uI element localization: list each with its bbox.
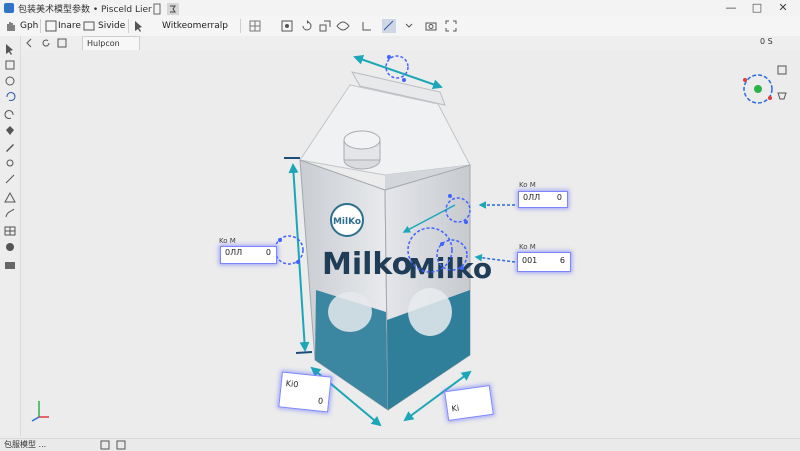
maximize-button[interactable]: □ [748,1,766,15]
title-bar: 包装美术模型参数 • Pisceld Lier — □ ✕ [0,0,800,16]
measurement-box[interactable]: 0ЛЛ 0 [518,191,568,208]
measurement-value: 0 [317,396,324,406]
toolbar-item-inare[interactable]: Inare [58,18,81,34]
hand-tool-icon[interactable] [4,19,18,33]
status-bar: 包服模型 ... [0,438,800,451]
cursor-icon[interactable] [132,19,146,33]
carton-logo-text: MilKo [333,217,361,227]
tab-label: Hulpcon [87,39,120,48]
transform-tool-icon[interactable] [3,190,17,204]
measurement-label: 0ЛЛ [523,193,541,202]
redo-tool-icon[interactable] [3,108,17,122]
close-button[interactable]: ✕ [774,1,792,15]
toolbar-item-gph[interactable]: Gph [20,18,38,34]
undo-tool-icon[interactable] [3,90,17,104]
paint-tool-icon[interactable] [3,74,17,88]
bucket-tool-icon[interactable] [3,124,17,138]
view-icon[interactable] [336,19,350,33]
line-tool-icon[interactable] [3,172,17,186]
perspective-icon[interactable] [776,90,788,102]
measurement-box[interactable]: 0ЛЛ 0 [220,246,277,264]
grid-icon[interactable] [248,19,262,33]
measurement-label: Ki0 [285,378,299,390]
measure-tag: Ko M [219,237,236,245]
frame-icon[interactable] [44,19,58,33]
toolbar-item-witkeomerralp[interactable]: Witkeomerralp [162,18,228,34]
status-text: 包服模型 ... [4,440,47,449]
left-toolbar [0,36,21,436]
table-tool-icon[interactable] [3,224,17,238]
select-icon[interactable] [82,19,96,33]
snap-icon[interactable] [280,19,294,33]
measurement-value: 0 [265,248,271,257]
select-tool-icon[interactable] [3,42,17,56]
3d-viewport[interactable]: MilKo Milko Milko Ko M 0ЛЛ 0 Ko M 0ЛЛ 0 … [21,50,800,438]
status-icon-a[interactable] [100,440,110,450]
camera-tool-icon[interactable] [3,258,17,272]
layers-tool-icon[interactable] [3,58,17,72]
fit-view-icon[interactable] [444,19,458,33]
axis-icon[interactable] [360,19,374,33]
main-toolbar: Gph Inare Sivide Witkeomerralp [0,16,800,37]
mode-icon[interactable] [166,3,180,15]
measurement-value: 6 [559,256,565,265]
sub-toolbar: Hulpcon 0 S [20,36,800,50]
measurement-value: 0 [556,193,562,202]
measurement-label: 0ЛЛ [225,248,243,257]
measurement-box[interactable]: 001 6 [517,252,571,272]
milk-carton-scene: MilKo Milko Milko [31,54,773,427]
measure-tag: Ko M [519,181,536,189]
toolbar-separator [128,19,129,33]
pen-tool-icon[interactable] [3,140,17,154]
measurement-label: Ki [451,403,460,414]
gear-tool-icon[interactable] [3,156,17,170]
measurement-label: 001 [522,256,538,265]
scale-icon[interactable] [318,19,332,33]
back-icon[interactable] [24,37,36,49]
pin-icon[interactable] [150,3,164,15]
measurement-box[interactable]: Ki [444,384,494,422]
app-logo-icon [4,3,14,13]
refresh-icon[interactable] [40,37,52,49]
minimize-button[interactable]: — [722,1,740,15]
palette-tool-icon[interactable] [3,240,17,254]
toolbar-separator [40,19,41,33]
window-title: 包装美术模型参数 • Pisceld Lier [18,5,152,15]
status-icon-b[interactable] [116,440,126,450]
camera-icon[interactable] [424,19,438,33]
tab-hulpcon[interactable]: Hulpcon [82,36,140,50]
measurement-box[interactable]: Ki0 0 [278,371,332,413]
curve-tool-icon[interactable] [3,206,17,220]
dropdown-icon[interactable] [402,19,416,33]
measure-tag: Ko M [519,243,536,251]
toolbar-separator [240,19,241,33]
panel-label: 0 S [760,37,773,46]
measure-tool-icon[interactable] [382,19,396,33]
carton-brand-text-front: Milko [322,247,412,282]
square-icon[interactable] [56,37,68,49]
toolbar-item-sivide[interactable]: Sivide [98,18,125,34]
rotate-icon[interactable] [300,19,314,33]
view-cube-icon[interactable] [776,64,788,76]
